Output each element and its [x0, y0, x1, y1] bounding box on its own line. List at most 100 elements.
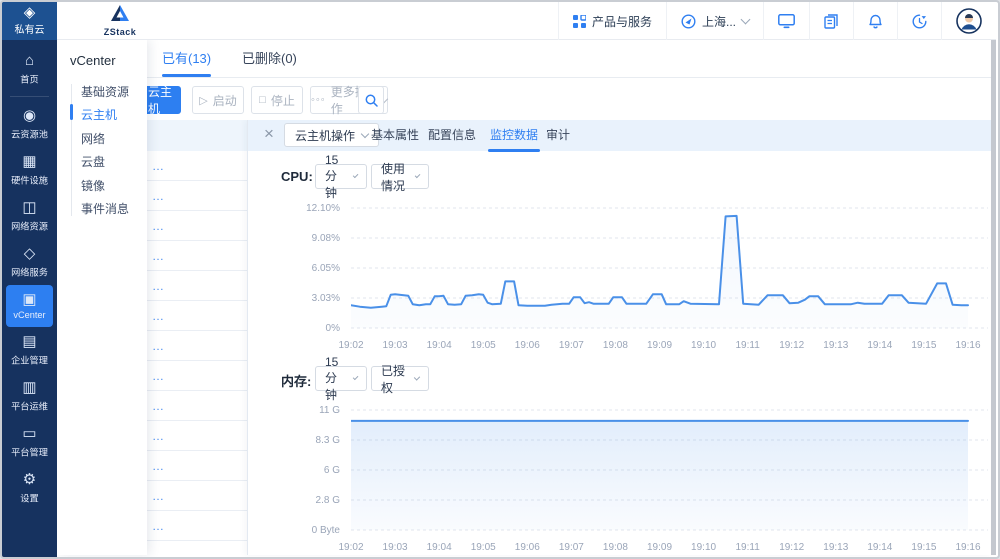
vm-actions-dropdown[interactable]: 云主机操作: [284, 123, 379, 147]
memory-x-axis-label: 19:11: [735, 542, 759, 553]
cpu-x-axis-label: 19:12: [779, 340, 804, 351]
create-vm-button[interactable]: 云主机: [147, 86, 181, 114]
sidebar-item-cloud-pool[interactable]: ◉云资源池: [6, 101, 53, 147]
chevron-down-icon: [361, 129, 369, 137]
stop-vm-button[interactable]: □ 停止: [251, 86, 303, 114]
search-button[interactable]: [358, 86, 384, 114]
detail-tab-3[interactable]: 监控数据: [490, 120, 538, 151]
platform-mgmt-icon: ▭: [6, 426, 53, 442]
notifications-button[interactable]: [853, 2, 897, 40]
table-row[interactable]: …: [147, 151, 247, 181]
grid-icon: [573, 15, 586, 28]
table-row[interactable]: …: [147, 361, 247, 391]
hardware-icon: ▦: [6, 154, 53, 170]
submenu-item-5[interactable]: 镜像: [81, 177, 143, 194]
cpu-select-2[interactable]: 使用情况: [371, 164, 429, 189]
memory-x-axis-label: 19:07: [559, 542, 584, 553]
user-avatar[interactable]: [941, 2, 996, 40]
submenu-item-2[interactable]: 云主机: [81, 106, 143, 123]
table-row[interactable]: …: [147, 181, 247, 211]
table-row[interactable]: …: [147, 511, 247, 541]
tab-deleted[interactable]: 已删除(0): [242, 40, 297, 77]
table-row[interactable]: …: [147, 331, 247, 361]
console-button[interactable]: [763, 2, 809, 40]
table-row[interactable]: …: [147, 391, 247, 421]
memory-select-2[interactable]: 已授权: [371, 366, 429, 391]
document-icon: [824, 14, 839, 29]
detail-tab-2[interactable]: 配置信息: [428, 120, 476, 151]
submenu-item-6[interactable]: 事件消息: [81, 200, 143, 217]
enterprise-icon: ▤: [6, 334, 53, 350]
table-row[interactable]: …: [147, 301, 247, 331]
app-window: ZStack 产品与服务 上海...: [0, 0, 1000, 559]
table-row[interactable]: …: [147, 421, 247, 451]
sidebar-item-settings[interactable]: ⚙设置: [6, 465, 53, 511]
sidebar-item-network-resource[interactable]: ◫网络资源: [6, 193, 53, 239]
documents-button[interactable]: [809, 2, 853, 40]
vm-tabbar: 已有(13) 已删除(0): [147, 40, 996, 78]
cpu-y-axis-label: 3.03%: [248, 293, 340, 304]
monitor-icon: [778, 14, 795, 29]
memory-series-area: [351, 421, 968, 530]
sidebar-item-home[interactable]: ⌂首页: [6, 46, 53, 92]
private-cloud-switcher[interactable]: ◈ 私有云: [2, 2, 57, 40]
cpu-x-axis-label: 19:14: [867, 340, 892, 351]
bell-icon: [868, 13, 883, 29]
cloud-pool-icon: ◉: [6, 108, 53, 124]
detail-tab-1[interactable]: 基本属性: [371, 120, 419, 151]
products-services-menu[interactable]: 产品与服务: [558, 2, 666, 40]
products-services-label: 产品与服务: [592, 13, 652, 30]
cpu-x-axis-label: 19:09: [647, 340, 672, 351]
table-row[interactable]: …: [147, 241, 247, 271]
memory-chart-title: 内存:: [281, 371, 311, 390]
vcenter-icon: ▣: [6, 292, 53, 308]
vertical-scrollbar[interactable]: [991, 40, 996, 555]
memory-y-axis-label: 11 G: [248, 405, 340, 416]
vm-table-sliver: ……………………………………: [147, 120, 247, 555]
table-row[interactable]: …: [147, 541, 247, 559]
vm-toolbar: 云主机 ▷ 启动 □ 停止 ◦◦◦ 更多操作: [147, 78, 996, 120]
close-icon[interactable]: ×: [258, 124, 280, 144]
detail-tab-4[interactable]: 审计: [546, 120, 570, 151]
memory-chart: 内存:15分钟已授权11 G8.3 G6 G2.8 G0 Byte19:0219…: [248, 366, 991, 559]
memory-y-axis-label: 2.8 G: [248, 495, 340, 506]
sidebar-item-network-service[interactable]: ◇网络服务: [6, 239, 53, 285]
table-row[interactable]: …: [147, 481, 247, 511]
region-selector[interactable]: 上海...: [666, 2, 763, 40]
region-label: 上海...: [702, 13, 736, 30]
tab-existing[interactable]: 已有(13): [162, 40, 211, 77]
memory-select-1[interactable]: 15分钟: [315, 366, 367, 391]
sidebar-item-platform-ops[interactable]: ▥平台运维: [6, 373, 53, 419]
submenu-active-indicator: [70, 104, 73, 120]
table-row[interactable]: …: [147, 211, 247, 241]
sidebar-item-hardware[interactable]: ▦硬件设施: [6, 147, 53, 193]
chevron-down-icon: [352, 173, 358, 179]
cpu-chart: CPU:15分钟使用情况12.10%9.08%6.05%3.03%0%19:02…: [248, 164, 991, 374]
memory-y-axis-label: 0 Byte: [248, 525, 340, 536]
memory-x-axis-label: 19:16: [955, 542, 980, 553]
memory-x-axis-label: 19:08: [603, 542, 628, 553]
submenu-item-1[interactable]: 基础资源: [81, 83, 143, 100]
vcenter-submenu: vCenter 基础资源云主机网络云盘镜像事件消息: [57, 40, 147, 555]
memory-x-axis-label: 19:04: [427, 542, 452, 553]
start-vm-button[interactable]: ▷ 启动: [192, 86, 244, 114]
cpu-x-axis-label: 19:08: [603, 340, 628, 351]
history-button[interactable]: [897, 2, 941, 40]
sidebar-item-vcenter[interactable]: ▣vCenter: [6, 285, 53, 327]
cpu-select-1[interactable]: 15分钟: [315, 164, 367, 189]
sidebar-item-enterprise[interactable]: ▤企业管理: [6, 327, 53, 373]
zstack-logo-text: ZStack: [90, 27, 150, 37]
memory-x-axis-label: 19:12: [779, 542, 804, 553]
cpu-x-axis-label: 19:13: [823, 340, 848, 351]
submenu-item-4[interactable]: 云盘: [81, 153, 143, 170]
sidebar-item-platform-mgmt[interactable]: ▭平台管理: [6, 419, 53, 465]
memory-x-axis-label: 19:09: [647, 542, 672, 553]
submenu-item-3[interactable]: 网络: [81, 130, 143, 147]
vm-detail-panel: × 云主机操作 基本属性配置信息监控数据审计 CPU:15分钟使用情况12.10…: [247, 120, 991, 555]
sidebar-nav: ⌂首页 ◉云资源池▦硬件设施◫网络资源◇网络服务▣vCenter▤企业管理▥平台运…: [2, 40, 57, 511]
cpu-chart-title: CPU:: [281, 169, 313, 184]
table-row[interactable]: …: [147, 451, 247, 481]
memory-x-axis-label: 19:14: [867, 542, 892, 553]
network-service-icon: ◇: [6, 246, 53, 262]
table-row[interactable]: …: [147, 271, 247, 301]
